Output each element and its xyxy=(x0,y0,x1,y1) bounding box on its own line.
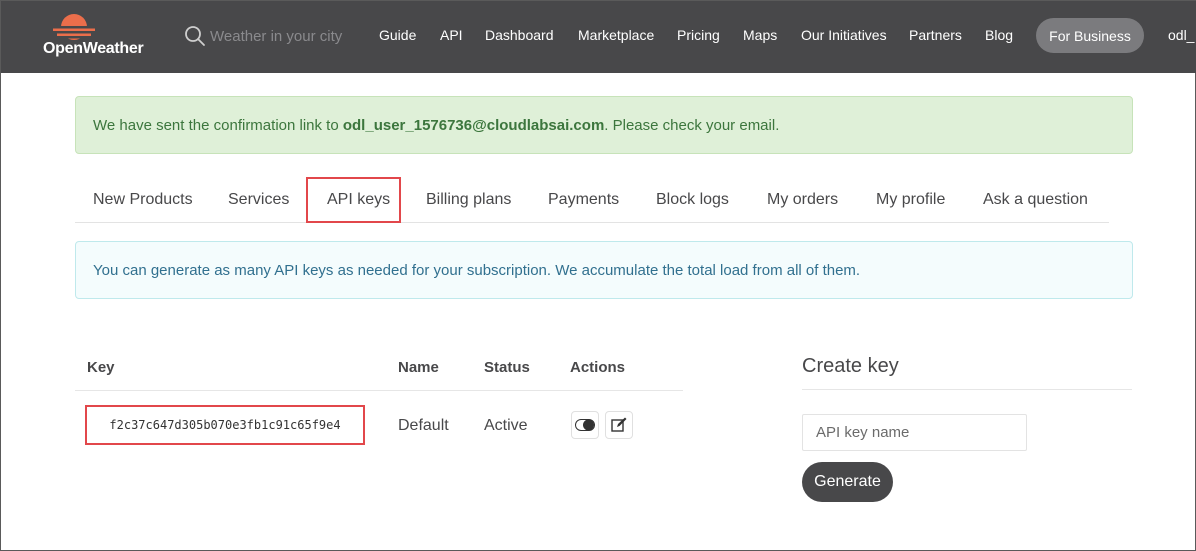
edit-key-button[interactable] xyxy=(605,411,633,439)
nav-partners[interactable]: Partners xyxy=(909,27,962,43)
city-search xyxy=(184,23,364,49)
api-key-status: Active xyxy=(484,417,528,434)
column-header-actions: Actions xyxy=(570,359,626,376)
nav-our-initiatives[interactable]: Our Initiatives xyxy=(801,27,887,43)
generate-button[interactable]: Generate xyxy=(802,462,893,502)
tab-billing-plans[interactable]: Billing plans xyxy=(426,191,511,209)
account-tabs: New Products Services API keys Billing p… xyxy=(75,177,1109,223)
nav-maps[interactable]: Maps xyxy=(743,27,777,43)
api-key-value[interactable]: f2c37c647d305b070e3fb1c91c65f9e4 xyxy=(85,405,365,445)
create-key-title: Create key xyxy=(802,355,899,377)
top-navbar: OpenWeather Guide API Dashboard Marketpl… xyxy=(1,1,1196,73)
nav-blog[interactable]: Blog xyxy=(985,27,1013,43)
logo-text: OpenWeather xyxy=(43,40,144,57)
edit-icon xyxy=(611,417,627,432)
column-header-name: Name xyxy=(398,359,439,376)
search-icon[interactable] xyxy=(184,25,206,47)
column-header-key: Key xyxy=(87,359,115,376)
tab-services[interactable]: Services xyxy=(228,191,289,209)
api-key-name: Default xyxy=(398,417,449,434)
create-key-divider xyxy=(802,389,1132,390)
nav-guide[interactable]: Guide xyxy=(379,27,416,43)
for-business-button[interactable]: For Business xyxy=(1036,18,1144,53)
nav-pricing[interactable]: Pricing xyxy=(677,27,720,43)
column-header-status: Status xyxy=(484,359,530,376)
nav-dashboard[interactable]: Dashboard xyxy=(485,27,554,43)
toggle-icon xyxy=(575,419,595,431)
nav-api[interactable]: API xyxy=(440,27,463,43)
tab-new-products[interactable]: New Products xyxy=(93,191,193,209)
alert-suffix: . Please check your email. xyxy=(604,117,780,134)
user-menu[interactable]: odl_ xyxy=(1168,27,1194,43)
toggle-key-button[interactable] xyxy=(571,411,599,439)
openweather-logo[interactable]: OpenWeather xyxy=(43,11,155,61)
api-key-name-input[interactable] xyxy=(802,414,1027,451)
nav-marketplace[interactable]: Marketplace xyxy=(578,27,654,43)
confirmation-alert: We have sent the confirmation link to od… xyxy=(75,96,1133,154)
tab-block-logs[interactable]: Block logs xyxy=(656,191,729,209)
city-search-input[interactable] xyxy=(210,23,360,49)
tab-my-orders[interactable]: My orders xyxy=(767,191,838,209)
alert-email: odl_user_1576736@cloudlabsai.com xyxy=(342,117,605,134)
table-header-divider xyxy=(75,390,683,391)
api-keys-info-alert: You can generate as many API keys as nee… xyxy=(75,241,1133,299)
tab-my-profile[interactable]: My profile xyxy=(876,191,945,209)
tab-ask-a-question[interactable]: Ask a question xyxy=(983,191,1088,209)
tab-payments[interactable]: Payments xyxy=(548,191,619,209)
tab-api-keys[interactable]: API keys xyxy=(327,191,390,209)
alert-prefix: We have sent the confirmation link to xyxy=(93,117,343,134)
